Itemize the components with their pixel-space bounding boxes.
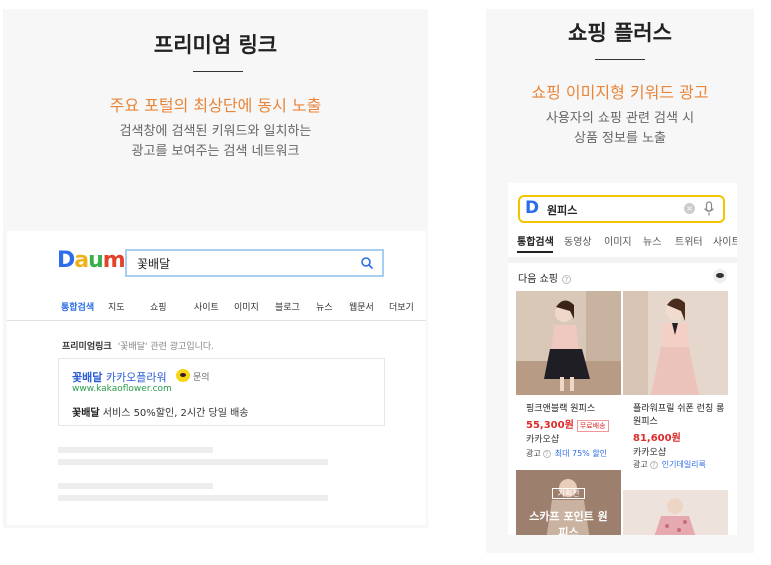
search-input[interactable]: 꽃배달	[125, 249, 384, 277]
panel-desc-line1: 사용자의 쇼핑 관련 검색 시	[545, 111, 695, 126]
section-title: 다음 쇼핑?	[518, 270, 571, 285]
product-image[interactable]	[623, 490, 728, 535]
search-icon[interactable]	[360, 255, 374, 274]
tab-more[interactable]: 더보기	[389, 300, 414, 313]
panel-title: 쇼핑 플러스	[568, 21, 672, 45]
active-tab-underline	[517, 251, 553, 253]
section-separator	[508, 257, 737, 263]
panel-subtitle: 쇼핑 이미지형 키워드 광고	[531, 83, 709, 102]
tab-map[interactable]: 지도	[108, 300, 125, 313]
tab-image[interactable]: 이미지	[604, 233, 632, 248]
panel-subtitle: 주요 포털의 최상단에 동시 노출	[109, 96, 322, 115]
product-image[interactable]	[623, 291, 728, 395]
mobile-search-mockup: D 원피스 × 통합검색 동영상 이미지 뉴스 트위터 사이트 다음 쇼핑? 핑…	[508, 183, 737, 535]
free-shipping-badge: 무료배송	[576, 420, 609, 432]
product-ad-line: 광고? 인기데일리룩	[633, 460, 706, 469]
placeholder-line	[58, 483, 213, 489]
placeholder-line	[58, 447, 213, 453]
panel-desc-line2: 광고를 보여주는 검색 네트워크	[131, 144, 300, 159]
ad-title[interactable]: 꽃배달 카카오플라워	[72, 369, 167, 385]
product-card[interactable]: 플라워프릴 쉬폰 런칭 롱 원피스 81,600원 카카오샵 광고? 인기데일리룩	[623, 291, 728, 481]
banner-tag: 기획전	[552, 488, 585, 499]
tab-integrated[interactable]: 통합검색	[61, 300, 94, 313]
daum-search-mockup: Daum 꽃배달 통합검색 지도 쇼핑 사이트 이미지 블로그 뉴스 웹문서 더…	[7, 231, 426, 525]
panel-desc-line1: 검색창에 검색된 키워드와 일치하는	[119, 124, 312, 139]
shopping-plus-panel: 쇼핑 플러스 쇼핑 이미지형 키워드 광고 사용자의 쇼핑 관련 검색 시 상품…	[486, 9, 754, 553]
tab-twitter[interactable]: 트위터	[675, 233, 703, 248]
placeholder-line	[58, 459, 328, 465]
promo-banner[interactable]: 기획전 스카프 포인트 원 피스	[516, 470, 621, 535]
ad-result[interactable]: 꽃배달 카카오플라워 문의 www.kakaoflower.com 꽃배달 서비…	[58, 358, 385, 426]
tab-shopping[interactable]: 쇼핑	[150, 300, 167, 313]
tab-video[interactable]: 동영상	[564, 233, 592, 248]
panel-title: 프리미엄 링크	[153, 33, 278, 57]
search-query: 꽃배달	[137, 257, 171, 271]
tab-webdoc[interactable]: 웹문서	[349, 300, 374, 313]
help-icon: ?	[561, 275, 571, 284]
banner-title: 스카프 포인트 원	[529, 510, 608, 523]
title-divider	[595, 59, 645, 60]
product-seller: 카카오샵	[526, 435, 560, 445]
tab-news[interactable]: 뉴스	[316, 300, 333, 313]
tab-integrated[interactable]: 통합검색	[517, 233, 554, 248]
ad-url[interactable]: www.kakaoflower.com	[72, 384, 172, 394]
kakao-talk-icon	[176, 369, 190, 382]
mic-icon[interactable]	[703, 201, 715, 221]
product-price: 81,600원	[633, 433, 681, 444]
product-price: 55,300원 무료배송	[526, 416, 609, 432]
search-tabs: 통합검색 동영상 이미지 뉴스 트위터 사이트	[508, 231, 737, 257]
search-query: 원피스	[547, 204, 578, 217]
product-name[interactable]: 플라워프릴 쉬폰 런칭 롱 원피스	[633, 403, 725, 429]
product-ad-line: 광고? 최대 75% 할인	[526, 449, 608, 458]
product-name[interactable]: 핑크앤블랙 원피스	[526, 403, 618, 416]
help-icon: ?	[649, 461, 658, 469]
chat-bubble-icon[interactable]	[713, 269, 727, 283]
tab-blog[interactable]: 블로그	[275, 300, 300, 313]
daum-logo[interactable]: Daum	[57, 248, 126, 273]
tab-site[interactable]: 사이트	[194, 300, 219, 313]
title-divider	[193, 71, 243, 72]
banner-title-line2: 피스	[558, 526, 579, 535]
premium-link-panel: 프리미엄 링크 주요 포털의 최상단에 동시 노출 검색창에 검색된 키워드와 …	[3, 9, 428, 528]
search-input[interactable]: D 원피스 ×	[518, 195, 725, 223]
placeholder-line	[58, 495, 328, 501]
help-icon: ?	[542, 450, 551, 458]
inquiry-link[interactable]: 문의	[193, 370, 210, 383]
panel-desc-line2: 상품 정보를 노출	[574, 131, 666, 146]
tab-news[interactable]: 뉴스	[643, 233, 661, 248]
product-seller: 카카오샵	[633, 448, 667, 458]
daum-logo: D	[525, 198, 540, 218]
clear-icon[interactable]: ×	[684, 203, 695, 214]
product-card[interactable]: 핑크앤블랙 원피스 55,300원 무료배송 카카오샵 광고? 최대 75% 할인	[516, 291, 621, 461]
premium-link-label: 프리미엄링크 '꽃배달' 관련 광고입니다.	[62, 342, 215, 352]
tab-image[interactable]: 이미지	[234, 300, 259, 313]
product-image[interactable]	[516, 291, 621, 395]
tab-site[interactable]: 사이트	[713, 233, 737, 248]
search-tabs: 통합검색 지도 쇼핑 사이트 이미지 블로그 뉴스 웹문서 더보기	[7, 297, 426, 321]
ad-description: 꽃배달 서비스 50%할인, 2시간 당일 배송	[72, 408, 249, 419]
